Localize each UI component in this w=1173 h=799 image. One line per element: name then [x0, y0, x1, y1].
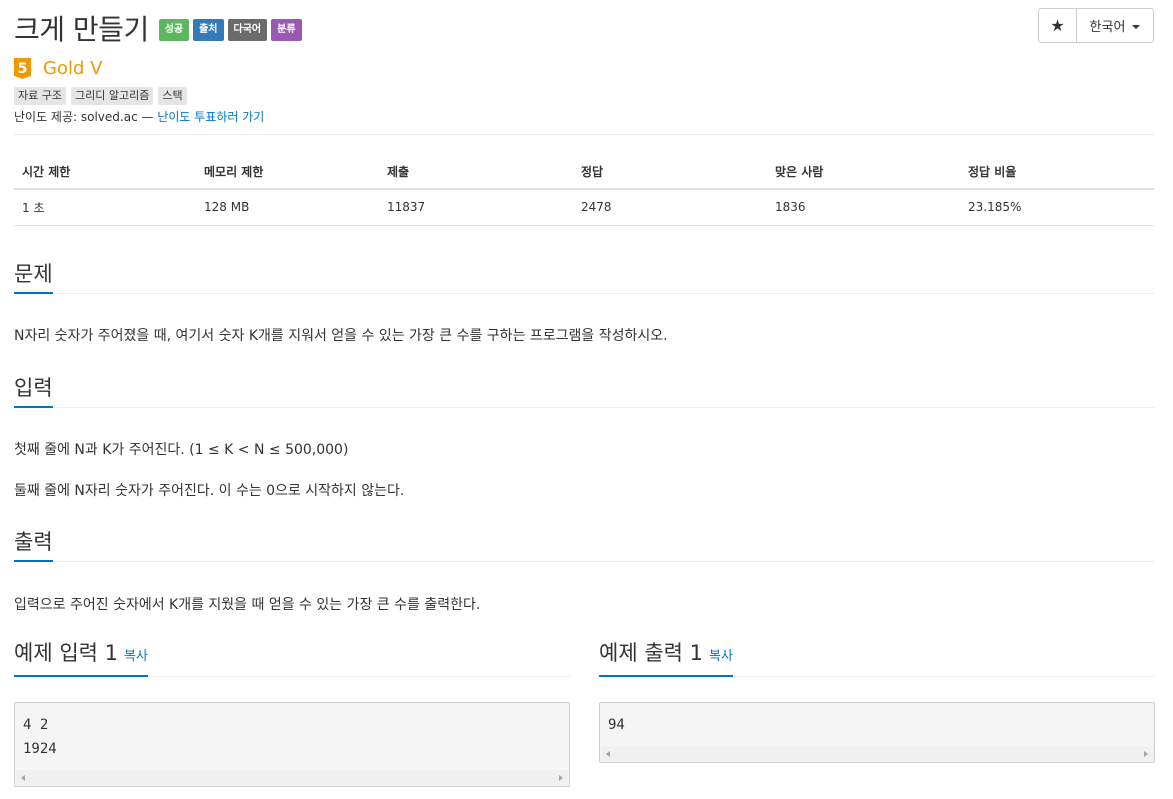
- tag-item[interactable]: 스택: [158, 87, 187, 105]
- table-header: 정답: [573, 155, 767, 190]
- table-cell: 128 MB: [196, 189, 379, 226]
- code-line: 94: [608, 717, 625, 733]
- section-input-header: 입력: [14, 376, 1154, 408]
- section-title-wrap: 예제 입력 1 복사: [14, 640, 148, 677]
- code-line: 1924: [23, 741, 57, 757]
- top-right-controls: ★ 한국어: [1038, 8, 1154, 43]
- divider: [14, 134, 1154, 135]
- tag-item[interactable]: 그리디 알고리즘: [70, 87, 154, 105]
- input-description-line: 첫째 줄에 N과 K가 주어진다. (1 ≤ K < N ≤ 500,000): [14, 442, 349, 458]
- copy-button[interactable]: 복사: [124, 649, 148, 664]
- problem-info-table: 시간 제한 메모리 제한 제출 정답 맞은 사람 정답 비율 1 초 128 M…: [14, 155, 1154, 226]
- sample-input-title: 예제 입력 1: [14, 641, 118, 665]
- star-icon[interactable]: ★: [1039, 9, 1077, 42]
- sample-output-code[interactable]: 94: [599, 702, 1155, 763]
- table-header-row: 시간 제한 메모리 제한 제출 정답 맞은 사람 정답 비율: [14, 155, 1154, 190]
- language-dropdown[interactable]: 한국어: [1077, 9, 1153, 42]
- scroll-right-icon[interactable]: [559, 775, 563, 781]
- scroll-left-icon[interactable]: [606, 751, 610, 757]
- section-title: 입력: [14, 375, 53, 408]
- tier-icon: 5: [14, 58, 31, 79]
- section-problem-header: 문제: [14, 262, 1154, 294]
- sample-input-header: 예제 입력 1 복사: [14, 641, 570, 677]
- table-cell: 11837: [379, 189, 573, 226]
- language-label: 한국어: [1089, 20, 1126, 35]
- table-header: 메모리 제한: [196, 155, 379, 190]
- label-category[interactable]: 분류: [271, 19, 302, 41]
- horizontal-scrollbar[interactable]: [601, 746, 1153, 761]
- horizontal-scrollbar[interactable]: [16, 770, 568, 785]
- problem-description: N자리 숫자가 주어졌을 때, 여기서 숫자 K개를 지워서 얻을 수 있는 가…: [14, 328, 668, 344]
- table-cell: 1836: [767, 189, 960, 226]
- section-title-wrap: 예제 출력 1 복사: [599, 640, 733, 677]
- code-line: 4 2: [23, 717, 49, 733]
- table-cell: 1 초: [14, 189, 196, 226]
- difficulty-prefix: 난이도 제공: solved.ac —: [14, 110, 154, 124]
- copy-button[interactable]: 복사: [709, 649, 733, 664]
- sample-output-title: 예제 출력 1: [599, 641, 703, 665]
- section-title: 문제: [14, 261, 53, 294]
- difficulty-line: 난이도 제공: solved.ac — 난이도 투표하러 가기: [14, 108, 264, 125]
- label-multilang[interactable]: 다국어: [227, 19, 268, 41]
- problem-labels: 성공 출처 다국어 분류: [158, 19, 302, 41]
- tier-row: 5 Gold V: [14, 58, 102, 79]
- table-row: 1 초 128 MB 11837 2478 1836 23.185%: [14, 189, 1154, 226]
- table-cell: 2478: [573, 189, 767, 226]
- tier-name: Gold V: [43, 58, 103, 79]
- caret-down-icon: [1132, 24, 1141, 29]
- tag-item[interactable]: 자료 구조: [14, 87, 66, 105]
- difficulty-vote-link[interactable]: 난이도 투표하러 가기: [157, 110, 264, 124]
- label-success[interactable]: 성공: [158, 19, 190, 41]
- label-source[interactable]: 출처: [193, 19, 224, 41]
- sample-output-header: 예제 출력 1 복사: [599, 641, 1155, 677]
- table-header: 맞은 사람: [767, 155, 960, 190]
- table-header: 제출: [379, 155, 573, 190]
- title-row: 크게 만들기 성공 출처 다국어 분류: [14, 8, 302, 48]
- sample-input-code[interactable]: 4 2 1924: [14, 702, 570, 787]
- table-header: 시간 제한: [14, 155, 196, 190]
- input-description-line: 둘째 줄에 N자리 숫자가 주어진다. 이 수는 0으로 시작하지 않는다.: [14, 483, 405, 499]
- table-cell: 23.185%: [960, 189, 1154, 226]
- section-title: 출력: [14, 529, 53, 562]
- scroll-left-icon[interactable]: [21, 775, 25, 781]
- scroll-right-icon[interactable]: [1144, 751, 1148, 757]
- problem-title: 크게 만들기: [14, 13, 149, 46]
- tag-list: 자료 구조 그리디 알고리즘 스택: [14, 87, 187, 105]
- table-header: 정답 비율: [960, 155, 1154, 190]
- output-description: 입력으로 주어진 숫자에서 K개를 지웠을 때 얻을 수 있는 가장 큰 수를 …: [14, 597, 481, 613]
- section-output-header: 출력: [14, 530, 1154, 562]
